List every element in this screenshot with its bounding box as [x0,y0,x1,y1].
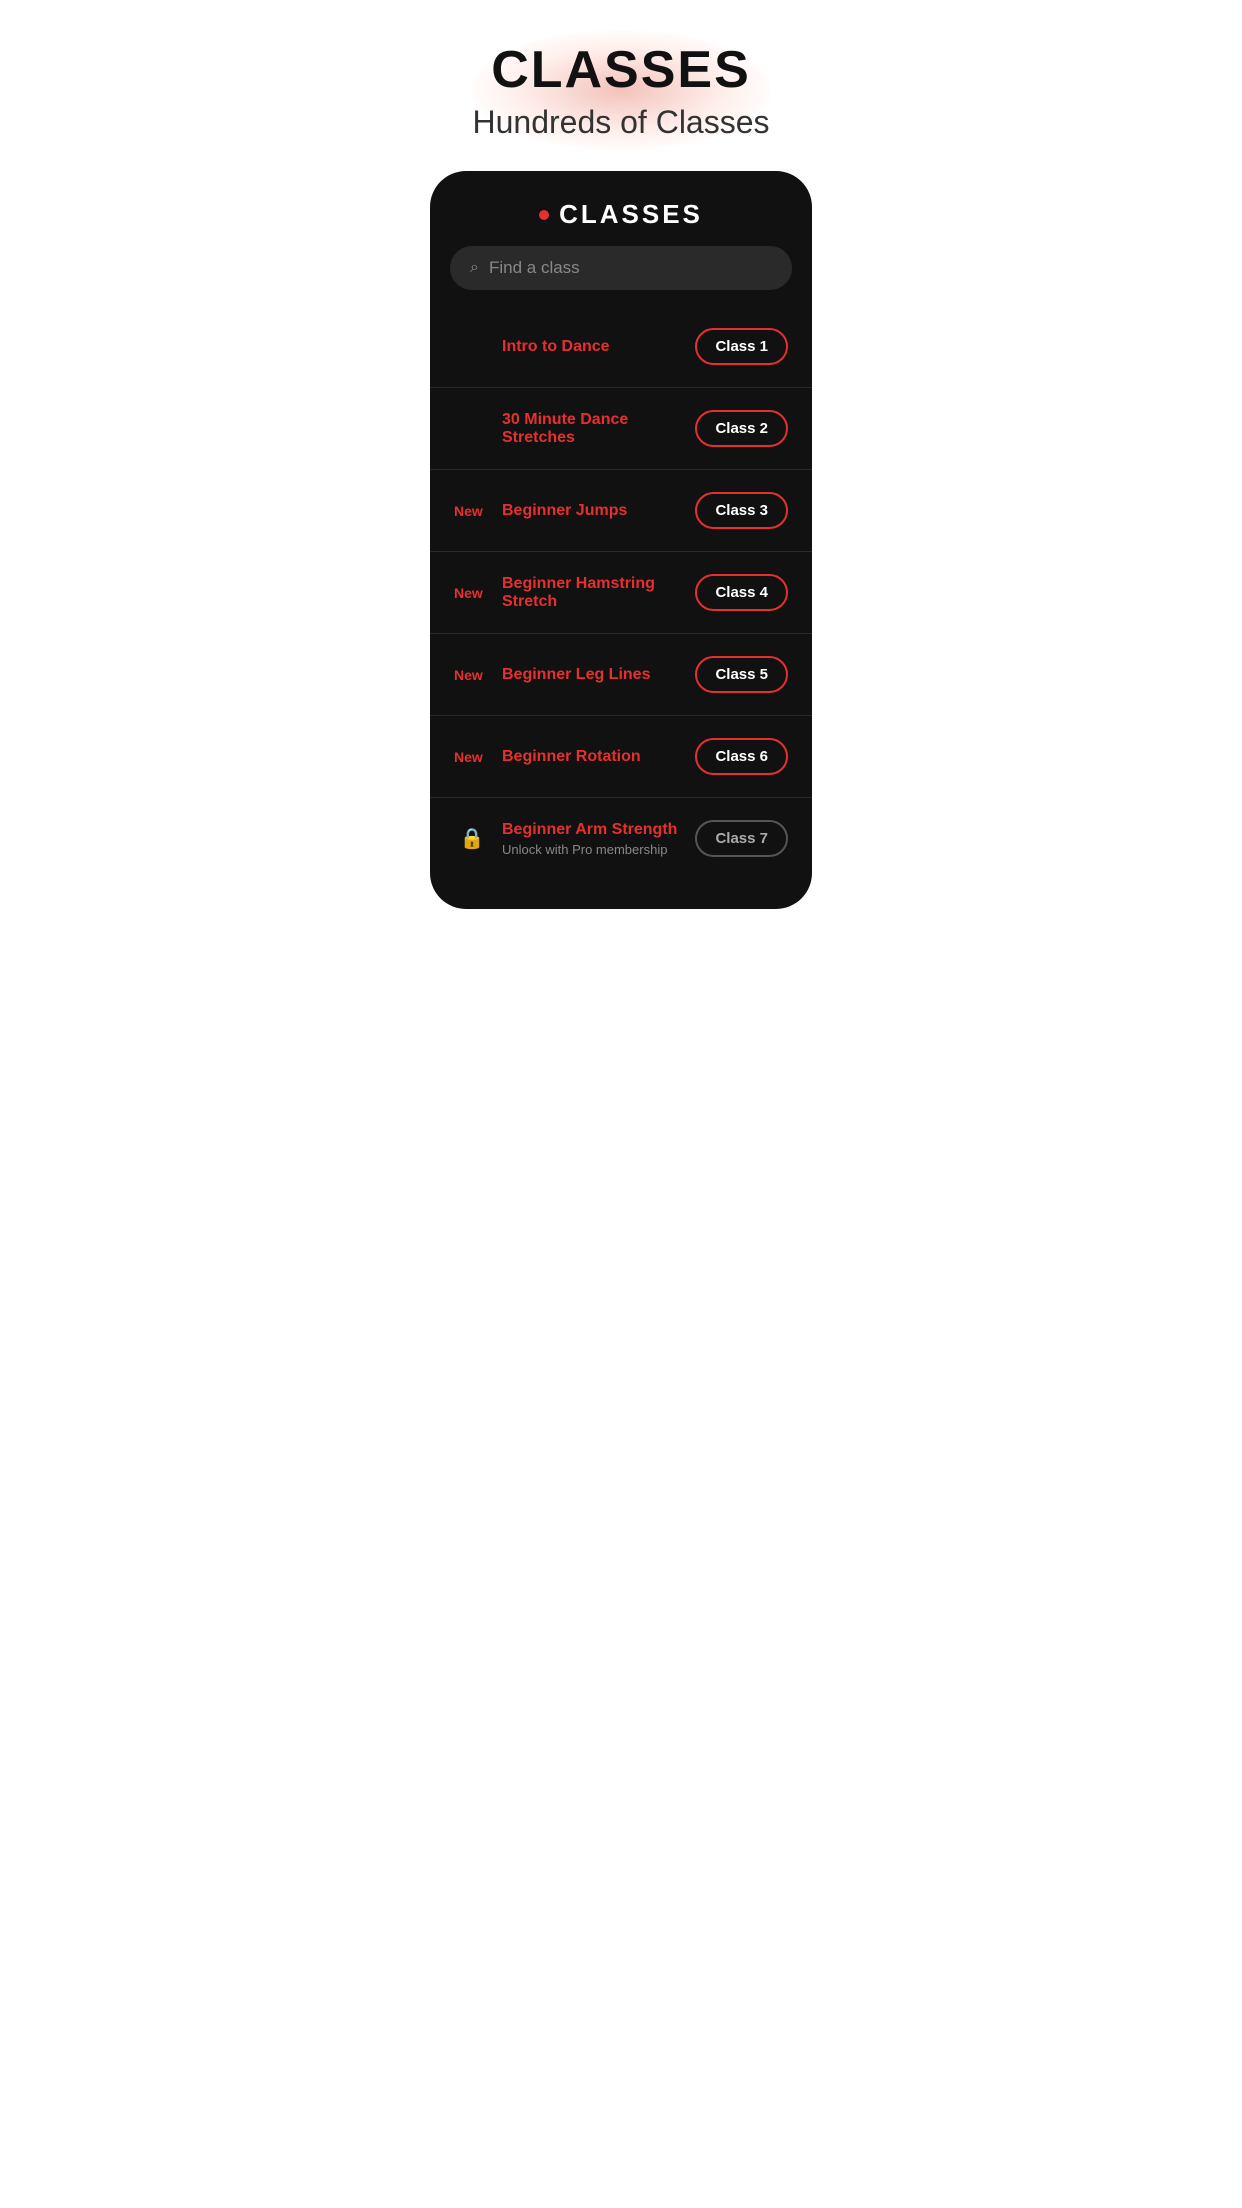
class-name-wrap: Beginner Arm Strength Unlock with Pro mem… [502,821,683,857]
class-badge[interactable]: Class 1 [695,328,788,365]
class-badge[interactable]: Class 4 [695,574,788,611]
header-section: CLASSES Hundreds of Classes [414,0,828,161]
main-title: CLASSES [434,40,808,100]
red-dot-icon [539,210,549,220]
class-item[interactable]: New Beginner Jumps Class 3 [430,469,812,551]
class-badge[interactable]: Class 5 [695,656,788,693]
class-item[interactable]: New Beginner Rotation Class 6 [430,715,812,797]
class-name: Beginner Arm Strength [502,821,683,839]
class-item[interactable]: 30 Minute Dance Stretches Class 2 [430,387,812,469]
class-name: 30 Minute Dance Stretches [502,411,683,447]
new-badge: New [454,749,490,765]
card-header: CLASSES [430,171,812,246]
class-name: Beginner Rotation [502,748,683,766]
class-item[interactable]: 🔒 Beginner Arm Strength Unlock with Pro me… [430,797,812,879]
new-badge: New [454,667,490,683]
search-bar[interactable]: ⌕ Find a class [450,246,792,290]
phone-container: CLASSES Hundreds of Classes CLASSES ⌕ Fi… [414,0,828,939]
class-item[interactable]: New Beginner Hamstring Stretch Class 4 [430,551,812,633]
class-name: Beginner Leg Lines [502,666,683,684]
sub-title: Hundreds of Classes [434,104,808,141]
class-badge[interactable]: Class 6 [695,738,788,775]
search-placeholder: Find a class [489,258,772,278]
class-list: Intro to Dance Class 1 30 Minute Dance Str… [430,306,812,879]
class-name: Beginner Hamstring Stretch [502,575,683,611]
class-item[interactable]: New Beginner Leg Lines Class 5 [430,633,812,715]
class-item[interactable]: Intro to Dance Class 1 [430,306,812,387]
new-badge: New [454,503,490,519]
card-title: CLASSES [559,199,703,230]
class-badge[interactable]: Class 3 [695,492,788,529]
class-name-wrap: Beginner Hamstring Stretch [502,575,683,611]
search-icon: ⌕ [470,259,479,277]
class-name-wrap: 30 Minute Dance Stretches [502,411,683,447]
class-name-wrap: Beginner Leg Lines [502,666,683,684]
class-name: Intro to Dance [502,338,683,356]
class-name: Beginner Jumps [502,502,683,520]
class-badge[interactable]: Class 7 [695,820,788,857]
lock-icon: 🔒 [454,826,490,851]
phone-card: CLASSES ⌕ Find a class Intro to Dance Cla… [430,171,812,909]
class-subtitle: Unlock with Pro membership [502,842,683,857]
class-name-wrap: Beginner Rotation [502,748,683,766]
new-badge: New [454,585,490,601]
class-name-wrap: Beginner Jumps [502,502,683,520]
class-name-wrap: Intro to Dance [502,338,683,356]
class-badge[interactable]: Class 2 [695,410,788,447]
